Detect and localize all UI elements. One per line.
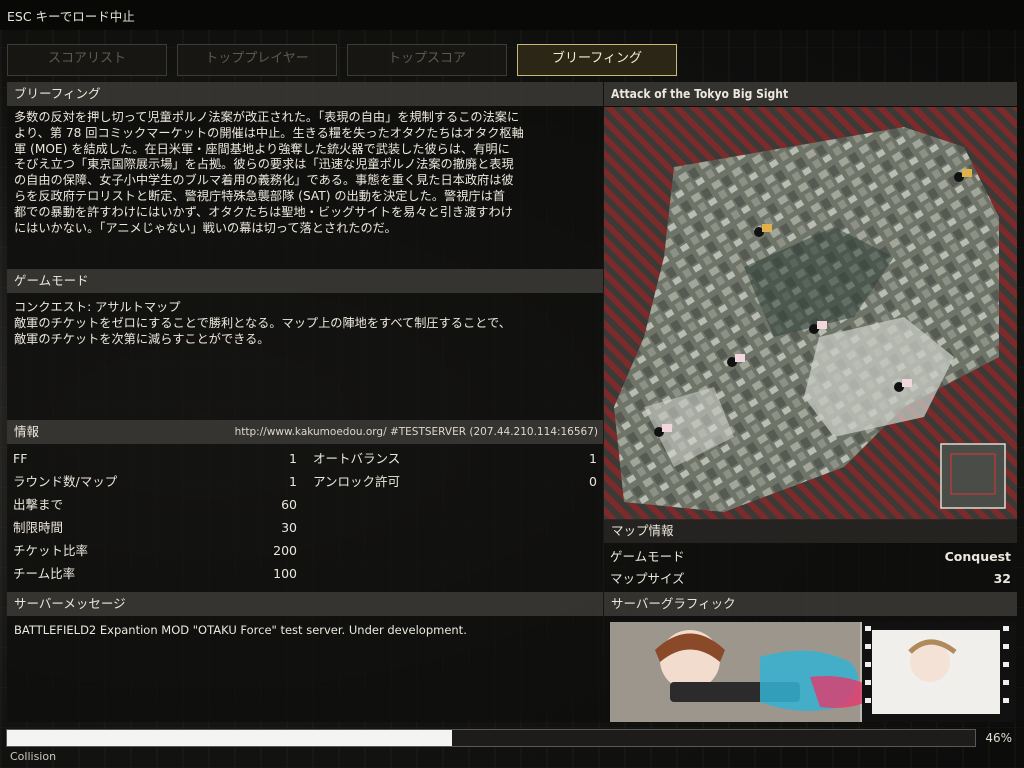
loading-percent: 46% bbox=[985, 731, 1012, 745]
loading-progress-bar bbox=[6, 729, 976, 747]
info-value: 1 bbox=[289, 474, 297, 489]
map-size-value: 32 bbox=[993, 571, 1011, 586]
loading-status: Collision bbox=[10, 750, 57, 763]
briefing-line: より、第 78 回コミックマーケットの開催は中止。生きる糧を失ったオタクたちはオ… bbox=[14, 125, 524, 140]
map-info-header: マップ情報 bbox=[604, 519, 1017, 543]
briefing-line: の自由の保障、女子小中学生のブルマ着用の義務化」である。事態を重く見た日本政府は… bbox=[14, 173, 514, 188]
info-key: ラウンド数/マップ bbox=[13, 474, 118, 489]
info-row-ticket-ratio: チケット比率 200 bbox=[7, 540, 303, 562]
tab-score-list[interactable]: スコアリスト bbox=[7, 44, 167, 76]
info-value: 100 bbox=[273, 566, 297, 581]
briefing-line: にはいかない。「アニメじゃない」戦いの幕は切って落とされたのだ。 bbox=[14, 220, 397, 235]
info-key: 出撃まで bbox=[13, 497, 64, 512]
tab-top-scores[interactable]: トップスコア bbox=[347, 44, 507, 76]
game-mode-text: コンクエスト: アサルトマップ 敵軍のチケットをゼロにすることで勝利となる。マッ… bbox=[14, 300, 604, 347]
info-key: FF bbox=[13, 451, 28, 466]
briefing-line: らを反政府テロリストと断定、警視庁特殊急襲部隊 (SAT) の出動を決定した。警… bbox=[14, 188, 505, 203]
map-game-mode-label: ゲームモード bbox=[610, 549, 685, 564]
map-size-row: マップサイズ 32 bbox=[604, 568, 1017, 590]
game-mode-header: ゲームモード bbox=[7, 269, 603, 293]
info-key: オートバランス bbox=[313, 451, 401, 466]
esc-abort-hint: ESC キーでロード中止 bbox=[7, 9, 135, 24]
tab-top-players[interactable]: トッププレイヤー bbox=[177, 44, 337, 76]
server-graphic-image bbox=[610, 622, 1016, 722]
info-row-spawn: 出撃まで 60 bbox=[7, 494, 303, 516]
map-image bbox=[604, 107, 1017, 520]
info-row-ff: FF 1 bbox=[7, 448, 303, 470]
server-address: http://www.kakumoedou.org/ #TESTSERVER (… bbox=[234, 426, 598, 438]
map-title: Attack of the Tokyo Big Sight bbox=[604, 82, 1017, 106]
info-key: チケット比率 bbox=[13, 543, 89, 558]
briefing-line: 多数の反対を押し切って児童ポルノ法案が改正された。「表現の自由」を規制するこの法… bbox=[14, 110, 520, 124]
briefing-line: 都での暴動を許すわけにはいかず、オタクたちは聖地・ビッグサイトを易々と引き渡すわ… bbox=[14, 204, 513, 219]
briefing-text: 多数の反対を押し切って児童ポルノ法案が改正された。「表現の自由」を規制するこの法… bbox=[14, 110, 604, 236]
info-row-time-limit: 制限時間 30 bbox=[7, 517, 303, 539]
game-mode-line: 敵軍のチケットをゼロにすることで勝利となる。マップ上の陣地をすべて制圧することで… bbox=[14, 315, 511, 330]
server-graphic bbox=[610, 622, 1016, 722]
info-value: 60 bbox=[281, 497, 297, 512]
info-row-autobalance: オートバランス 1 bbox=[307, 448, 603, 470]
tab-briefing[interactable]: ブリーフィング bbox=[517, 44, 677, 76]
info-row-team-ratio: チーム比率 100 bbox=[7, 563, 303, 585]
game-mode-line: コンクエスト: アサルトマップ bbox=[14, 300, 181, 314]
map-game-mode-value: Conquest bbox=[944, 549, 1011, 564]
info-value: 30 bbox=[281, 520, 297, 535]
game-mode-line: 敵軍のチケットを次第に減らすことができる。 bbox=[14, 331, 270, 346]
info-value: 1 bbox=[589, 451, 597, 466]
info-key: チーム比率 bbox=[13, 566, 76, 581]
map-size-label: マップサイズ bbox=[610, 571, 685, 586]
briefing-line: 軍 (MOE) を結成した。在日米軍・座間基地より強奪した銃火器で武装した彼らは… bbox=[14, 141, 510, 156]
info-value: 200 bbox=[273, 543, 297, 558]
info-value: 1 bbox=[289, 451, 297, 466]
info-key: アンロック許可 bbox=[313, 474, 401, 489]
info-title: 情報 bbox=[14, 424, 40, 439]
info-value: 0 bbox=[589, 474, 597, 489]
briefing-header: ブリーフィング bbox=[7, 82, 603, 106]
info-row-unlocks: アンロック許可 0 bbox=[307, 471, 603, 493]
server-graphic-header: サーバーグラフィック bbox=[604, 592, 1017, 616]
map-game-mode-row: ゲームモード Conquest bbox=[604, 546, 1017, 568]
info-row-rounds: ラウンド数/マップ 1 bbox=[7, 471, 303, 493]
loading-progress-fill bbox=[7, 730, 453, 746]
server-message-header: サーバーメッセージ bbox=[7, 592, 603, 616]
top-bar: ESC キーでロード中止 bbox=[0, 0, 1024, 30]
map-preview bbox=[604, 107, 1017, 520]
info-key: 制限時間 bbox=[13, 520, 64, 535]
briefing-line: そびえ立つ「東京国際展示場」を占拠。彼らの要求は「迅速な児童ポルノ法案の撤廃と表… bbox=[14, 157, 514, 172]
info-header: 情報 http://www.kakumoedou.org/ #TESTSERVE… bbox=[7, 420, 603, 444]
server-message-text: BATTLEFIELD2 Expantion MOD "OTAKU Force"… bbox=[14, 623, 467, 637]
